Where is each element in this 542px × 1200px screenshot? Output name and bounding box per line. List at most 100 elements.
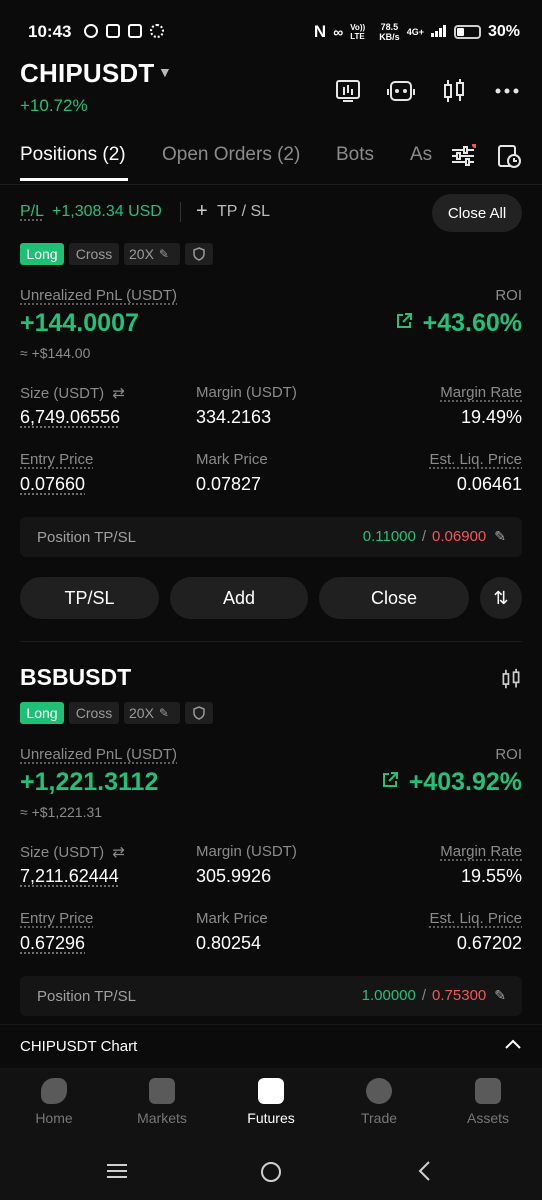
history-icon[interactable] [497, 144, 523, 175]
slash: / [421, 987, 427, 1004]
margin-label: Margin (USDT) [196, 384, 297, 401]
margin-value: 305.9926 [196, 866, 272, 886]
trade-icon [366, 1078, 392, 1104]
entry-price-label: Entry Price [20, 910, 94, 927]
reverse-position-icon[interactable]: ⇅ [480, 577, 522, 619]
shield-icon[interactable] [185, 243, 213, 265]
nav-trade[interactable]: Trade [334, 1078, 424, 1126]
swap-icon[interactable]: ⇄ [112, 844, 125, 861]
tab-bots[interactable]: Bots [336, 144, 374, 166]
signal-icon [430, 24, 447, 40]
share-icon[interactable] [395, 312, 413, 335]
slash: / [421, 528, 427, 545]
close-all-button[interactable]: Close All [432, 194, 522, 232]
mark-price-label: Mark Price [196, 910, 268, 927]
shield-icon[interactable] [185, 702, 213, 724]
home-button-icon[interactable] [259, 1160, 283, 1189]
liq-price-value: 0.06461 [456, 474, 522, 494]
nav-futures[interactable]: Futures [226, 1078, 316, 1126]
margin-rate-value: 19.55% [460, 866, 522, 886]
position-tpsl-row[interactable]: Position TP/SL 1.00000 / 0.75300 ✎ [20, 976, 522, 1016]
symbol-title[interactable]: CHIPUSDT [20, 58, 155, 89]
plus-icon[interactable]: + [196, 200, 208, 223]
tab-open-orders[interactable]: Open Orders (2) [162, 144, 300, 166]
tab-assets[interactable]: As [410, 144, 434, 166]
position-symbol[interactable]: BSBUSDT [20, 664, 131, 691]
candlestick-icon[interactable] [500, 668, 522, 695]
margin-mode-badge: Cross [69, 702, 119, 724]
unrealized-pnl-value: +1,221.3112 [20, 768, 159, 796]
unrealized-pnl-label: Unrealized PnL (USDT) [20, 287, 177, 304]
tab-positions[interactable]: Positions (2) [20, 144, 126, 166]
roi-label: ROI [495, 746, 522, 763]
roi-label: ROI [495, 287, 522, 304]
add-button[interactable]: Add [170, 577, 308, 619]
futures-icon [258, 1078, 284, 1104]
liq-price-label: Est. Liq. Price [429, 910, 522, 927]
swap-icon[interactable]: ⇄ [112, 385, 125, 402]
position-tpsl-label: Position TP/SL [37, 988, 136, 1005]
bot-icon[interactable] [386, 76, 416, 106]
divider [180, 202, 181, 222]
tpsl-values: 0.11000 / 0.06900 ✎ [363, 528, 506, 545]
recents-icon[interactable] [106, 1162, 128, 1185]
symbol-dropdown-icon[interactable]: ▼ [158, 64, 172, 80]
entry-price-value: 0.67296 [20, 933, 86, 953]
tpsl-add-button[interactable]: TP / SL [217, 203, 270, 221]
unrealized-usd: ≈ +$144.00 [20, 345, 91, 361]
pl-label: P/L [20, 203, 45, 220]
status-bar: 10:43 N ∞ Vo)) LTE 78.5 KB/s 4G+ 30% [0, 0, 542, 62]
leverage-badge[interactable]: 20X ✎ [124, 243, 180, 265]
edit-icon[interactable]: ✎ [494, 987, 506, 1004]
tpsl-button[interactable]: TP/SL [20, 577, 159, 619]
chart-toggle-bar[interactable]: CHIPUSDT Chart [0, 1024, 542, 1069]
margin-mode-badge: Cross [69, 243, 119, 265]
sl-value: 0.75300 [432, 987, 487, 1004]
position-actions: TP/SL Add Close ⇅ [0, 577, 542, 621]
margin-label: Margin (USDT) [196, 843, 297, 860]
edit-icon[interactable]: ✎ [494, 528, 506, 545]
leverage-value: 20X [129, 246, 154, 262]
app-icon [128, 24, 142, 38]
close-button[interactable]: Close [319, 577, 469, 619]
more-icon[interactable] [492, 76, 522, 106]
battery-percent: 30% [487, 23, 520, 40]
margin-rate-label: Margin Rate [440, 384, 522, 401]
liq-price-label: Est. Liq. Price [429, 451, 522, 468]
size-value: 6,749.06556 [20, 407, 121, 427]
position-tpsl-row[interactable]: Position TP/SL 0.11000 / 0.06900 ✎ [20, 517, 522, 557]
candlestick-icon[interactable] [439, 76, 469, 106]
bottom-navigation: Home Markets Futures Trade Assets [0, 1068, 542, 1150]
edit-icon: ✎ [158, 706, 169, 720]
roi-group[interactable]: +43.60% [395, 309, 522, 338]
side-badge: Long [20, 702, 64, 724]
nav-assets[interactable]: Assets [443, 1078, 533, 1126]
leverage-badge[interactable]: 20X ✎ [124, 702, 180, 724]
share-icon[interactable] [381, 771, 399, 794]
sl-value: 0.06900 [432, 528, 487, 545]
nav-markets[interactable]: Markets [117, 1078, 207, 1126]
chevron-up-icon[interactable] [504, 1037, 522, 1055]
notification-icons [84, 24, 164, 38]
position-card-bsbusdt: BSBUSDT Long Cross 20X ✎ Unrealized PnL … [0, 660, 542, 1020]
edit-icon: ✎ [158, 247, 169, 261]
chart-settings-icon[interactable] [333, 76, 363, 106]
mark-price-label: Mark Price [196, 451, 268, 468]
size-label: Size (USDT) ⇄ [20, 844, 125, 861]
unrealized-pnl-value: +144.0007 [20, 309, 139, 337]
size-label: Size (USDT) ⇄ [20, 385, 125, 402]
entry-price-value: 0.07660 [20, 474, 86, 494]
tp-value: 1.00000 [361, 987, 416, 1004]
leverage-value: 20X [129, 705, 154, 721]
price-change: +10.72% [20, 96, 88, 115]
back-icon[interactable] [416, 1160, 432, 1187]
nav-home[interactable]: Home [9, 1078, 99, 1126]
roi-group[interactable]: +403.92% [381, 768, 522, 797]
entry-price-label: Entry Price [20, 451, 94, 468]
nfc-icon: N [313, 22, 327, 41]
chart-label: CHIPUSDT Chart [20, 1038, 138, 1055]
filter-icon[interactable] [450, 142, 478, 173]
mark-price-value: 0.07827 [196, 474, 262, 494]
roi-value: +43.60% [422, 309, 522, 337]
tpsl-values: 1.00000 / 0.75300 ✎ [362, 987, 506, 1004]
